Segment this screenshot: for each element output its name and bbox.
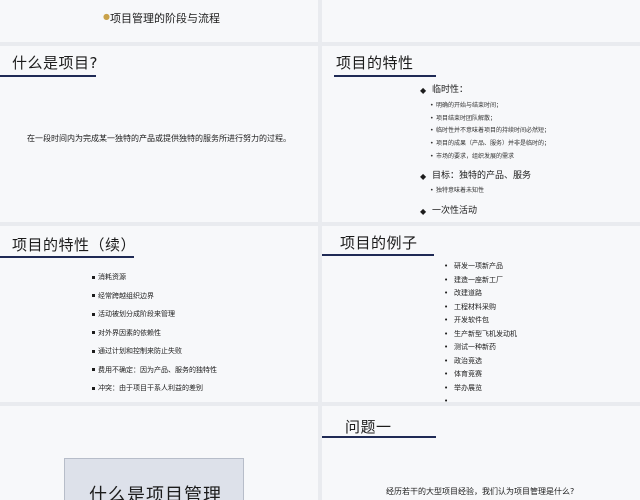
section-title: 什么是项目管理 <box>89 485 222 500</box>
list-item: 费用不确定：因为产品、服务的独特性 <box>92 361 217 380</box>
dot-bullet-icon: • <box>444 302 449 311</box>
slide-6[interactable]: 项目的例子 • 研发一项新产品 • 建造一座新工厂 • 改建道路 • 工程材料采购 • 开… <box>322 226 640 402</box>
slide-title: 问题一 <box>345 418 392 436</box>
title-underline <box>0 256 134 258</box>
feature-label: 临时性： <box>432 85 469 95</box>
title-underline <box>322 254 434 256</box>
slide-4[interactable]: 项目的特性 ◆ 临时性： • 明确的开始与结束时间； • 项目结束时团队解散； • 临… <box>322 46 640 222</box>
square-bullet-icon <box>92 386 95 390</box>
dot-bullet-icon: • <box>430 186 434 194</box>
diamond-bullet-icon: ◆ <box>420 171 427 181</box>
list-item: • 政治竞选 <box>444 355 517 369</box>
slide-title: 项目管理的阶段与流程 <box>110 12 220 25</box>
dot-bullet-icon: • <box>430 114 434 122</box>
dot-bullet-icon: • <box>444 275 449 284</box>
list-item: • 改建道路 <box>444 287 517 301</box>
dot-bullet-icon: • <box>444 329 449 338</box>
diamond-bullet-icon: ◆ <box>420 207 427 217</box>
dot-bullet-icon: • <box>444 289 449 297</box>
feature-group: ◆ 目标：独特的产品、服务 <box>420 170 550 183</box>
dot-bullet-icon: • <box>444 397 449 402</box>
slide-title: 项目的特性 <box>336 54 414 72</box>
list-item: 经常跨越组织边界 <box>92 287 217 306</box>
square-bullet-icon <box>92 275 95 279</box>
feature-item: • 临时性并不意味着项目的持续时间必然短； <box>420 125 550 138</box>
square-bullet-icon <box>92 331 95 334</box>
feature-item: • 项目的成果（产品、服务）并非是临时的； <box>420 138 550 151</box>
feature-group: ◆ 临时性： <box>420 84 550 97</box>
list-item: 冲突：由于项目干系人利益的差别 <box>92 379 217 398</box>
square-bullet-icon <box>92 368 95 371</box>
dot-bullet-icon: • <box>444 343 449 351</box>
dot-bullet-icon: • <box>430 140 434 148</box>
slide-3[interactable]: 什么是项目? 在一段时间内为完成某一独特的产品或提供独特的服务所进行努力的过程。 <box>0 46 318 222</box>
slide-8[interactable]: 问题一 经历若干的大型项目经验，我们认为项目管理是什么? <box>322 406 640 500</box>
feature-item: • 独特意味着未知性 <box>420 185 550 198</box>
feature-label: 一次性活动 <box>432 206 478 217</box>
diamond-bullet-icon: ◆ <box>420 86 427 95</box>
dot-bullet-icon: • <box>444 370 449 378</box>
square-bullet-icon <box>92 349 95 353</box>
list-item: • 体育竞赛 <box>444 368 517 382</box>
characteristics-list: 消耗资源 经常跨越组织边界 活动被划分成阶段来管理 对外界因素的依赖性 通过计划… <box>92 268 217 398</box>
title-underline <box>334 75 436 77</box>
list-item: •…… <box>444 395 517 402</box>
list-item: 通过计划和控制来防止失败 <box>92 342 217 361</box>
title-underline <box>322 436 436 438</box>
feature-label: 目标：独特的产品、服务 <box>432 170 532 181</box>
slide-title: 项目的例子 <box>340 234 418 252</box>
title-dot-icon: ● <box>103 12 110 21</box>
question-text: 经历若干的大型项目经验，我们认为项目管理是什么? <box>386 487 575 496</box>
dot-bullet-icon: • <box>444 356 449 365</box>
slide-title: 项目的特性（续） <box>12 236 137 254</box>
title-underline <box>0 75 96 77</box>
list-item: • 举办展览 <box>444 382 517 396</box>
dot-bullet-icon: • <box>430 127 434 135</box>
list-item: • 生产新型飞机发动机 <box>444 328 517 342</box>
dot-bullet-icon: • <box>444 316 449 324</box>
list-item: 对外界因素的依赖性 <box>92 324 217 343</box>
slide-title: 什么是项目? <box>12 54 98 72</box>
list-item: 消耗资源 <box>92 268 217 287</box>
feature-item: • 项目结束时团队解散； <box>420 113 550 126</box>
feature-item: • 市场的要求，组织发展的需求 <box>420 151 550 164</box>
list-item: 活动被划分成阶段来管理 <box>92 305 217 324</box>
dot-bullet-icon: • <box>430 102 434 109</box>
dot-bullet-icon: • <box>444 262 449 270</box>
list-item: • 开发软件包 <box>444 314 517 328</box>
slide-body-text: 在一段时间内为完成某一独特的产品或提供独特的服务所进行努力的过程。 <box>27 134 291 143</box>
examples-list: • 研发一项新产品 • 建造一座新工厂 • 改建道路 • 工程材料采购 • 开发软件包 •… <box>444 260 517 402</box>
list-item: • 建造一座新工厂 <box>444 274 517 288</box>
list-item: • 测试一种新药 <box>444 341 517 355</box>
slide-5[interactable]: 项目的特性（续） 消耗资源 经常跨越组织边界 活动被划分成阶段来管理 对外界因素… <box>0 226 318 402</box>
list-item: • 工程材料采购 <box>444 301 517 315</box>
feature-list: ◆ 临时性： • 明确的开始与结束时间； • 项目结束时团队解散； • 临时性并不意味… <box>420 84 550 218</box>
list-item: • 研发一项新产品 <box>444 260 517 274</box>
slide-1[interactable]: ● 项目管理的阶段与流程 <box>0 0 318 42</box>
square-bullet-icon <box>92 312 95 316</box>
slide-2[interactable] <box>322 0 640 42</box>
square-bullet-icon <box>92 294 95 297</box>
section-title-box: 什么是项目管理 <box>64 458 244 500</box>
feature-item: • 明确的开始与结束时间； <box>420 100 550 113</box>
slide-7[interactable]: 什么是项目管理 <box>0 406 318 500</box>
feature-group: ◆ 一次性活动 <box>420 205 550 218</box>
dot-bullet-icon: • <box>444 383 449 392</box>
dot-bullet-icon: • <box>430 152 434 160</box>
